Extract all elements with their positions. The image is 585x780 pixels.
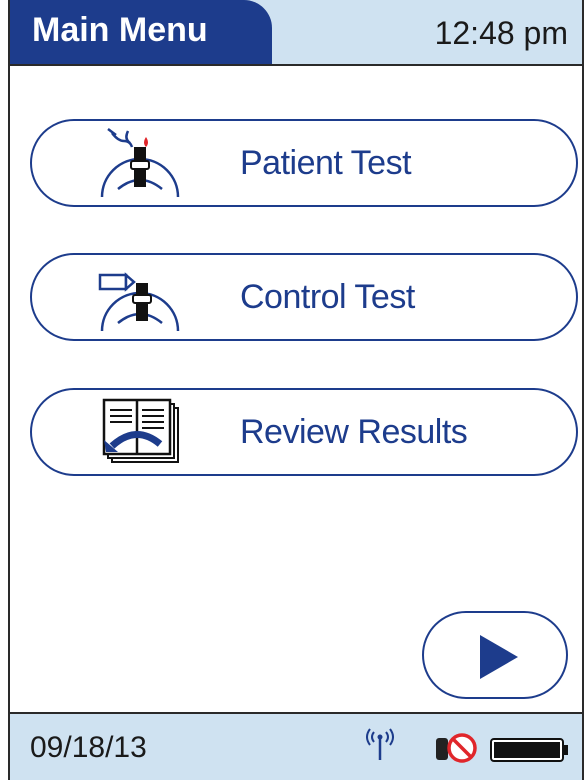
title-tab: Main Menu	[10, 0, 272, 64]
review-results-label: Review Results	[240, 413, 468, 451]
no-connection-icon	[436, 733, 477, 763]
patient-test-icon	[100, 128, 180, 198]
status-date: 09/18/13	[30, 731, 147, 764]
page-title: Main Menu	[32, 11, 208, 49]
control-test-label: Control Test	[240, 278, 415, 316]
control-test-button[interactable]: Control Test	[30, 253, 578, 341]
review-results-button[interactable]: Review Results	[30, 388, 578, 476]
control-test-icon	[98, 272, 180, 332]
play-arrow-icon	[480, 635, 518, 679]
patient-test-button[interactable]: Patient Test	[30, 119, 578, 207]
clock: 12:48 pm	[434, 15, 568, 51]
header-bar: Main Menu 12:48 pm	[10, 0, 582, 66]
patient-test-label: Patient Test	[240, 144, 412, 182]
next-button[interactable]	[422, 611, 568, 699]
antenna-icon	[366, 728, 394, 760]
review-results-icon	[102, 398, 179, 463]
battery-icon	[490, 738, 568, 762]
status-bar: 09/18/13	[10, 712, 582, 780]
device-screen: Main Menu 12:48 pm Patient Test Control …	[8, 0, 584, 780]
